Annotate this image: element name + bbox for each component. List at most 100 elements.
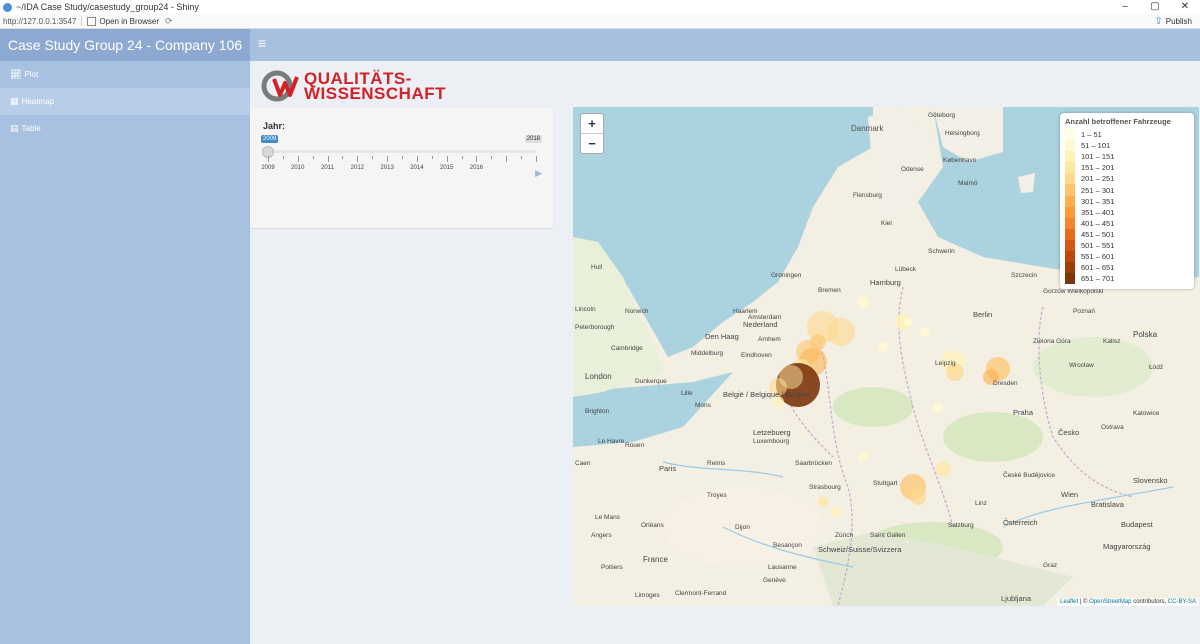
slider-tick (491, 156, 493, 159)
publish-label: Publish (1165, 16, 1192, 26)
refresh-icon[interactable]: ⟳ (165, 16, 173, 27)
label-belgie: België / Belgique / Belgien (723, 390, 811, 399)
label-leipzig: Leipzig (935, 360, 956, 367)
minimize-button[interactable]: – (1110, 0, 1140, 14)
attribution-separator: | © (1079, 599, 1088, 605)
attribution-contributors: contributors, (1133, 599, 1167, 605)
close-button[interactable]: ✕ (1170, 0, 1200, 14)
label-szczecin: Szczecin (1011, 272, 1037, 279)
slider-tick (282, 156, 284, 159)
table-icon: ▤ (10, 123, 19, 133)
legend-swatch (1065, 184, 1075, 196)
label-helsingborg: Helsingborg (945, 130, 980, 137)
license-link[interactable]: CC-BY-SA (1168, 599, 1196, 605)
play-animation-icon[interactable]: ▶ (535, 168, 542, 179)
sidebar-item-label: Table (21, 124, 41, 133)
slider-tick-label: 2015 (439, 165, 454, 171)
main-content: QUALITÄTS- WISSENSCHAFT Jahr: 2009 2018 … (250, 61, 1200, 644)
brand-line-2: WISSENSCHAFT (304, 84, 446, 103)
legend-title: Anzahl betroffener Fahrzeuge (1065, 117, 1171, 126)
slider-tick (387, 156, 389, 162)
label-budapest: Budapest (1121, 520, 1154, 529)
osm-link[interactable]: OpenStreetMap (1089, 599, 1131, 605)
app-title: Case Study Group 24 - Company 106 (0, 29, 250, 61)
label-saint-gallen: Saint Gallen (870, 532, 906, 539)
slider-tick (521, 156, 523, 159)
label-troyes: Troyes (707, 492, 727, 499)
label-saarbrucken: Saarbrücken (795, 460, 832, 467)
open-in-browser-button[interactable]: Open in Browser (87, 16, 159, 26)
legend-swatch (1065, 162, 1075, 174)
legend-swatch (1065, 173, 1075, 185)
sidebar-toggle-icon[interactable]: ≡ (258, 35, 266, 51)
sidebar-item-heatmap[interactable]: ▦ Heatmap (0, 88, 250, 115)
sidebar-item-table[interactable]: ▤ Table (0, 115, 250, 142)
legend-entry-label: 351 – 401 (1081, 207, 1115, 217)
label-dunkerque: Dunkerque (635, 378, 667, 385)
label-mons: Mons (695, 402, 712, 409)
legend-entry: 651 – 701 (1065, 273, 1189, 285)
legend-entry: 201 – 251 (1065, 173, 1189, 185)
label-schwerin: Schwerin (928, 248, 955, 255)
brand-logo: QUALITÄTS- WISSENSCHAFT (260, 69, 446, 103)
label-kiel: Kiel (881, 220, 892, 227)
label-den-haag: Den Haag (705, 332, 739, 341)
maximize-button[interactable]: ▢ (1140, 0, 1170, 14)
legend-entry: 51 – 101 (1065, 140, 1189, 152)
separator (81, 16, 83, 26)
slider-tick-label: 2009 (261, 165, 275, 171)
slider-tick-label: 2014 (410, 165, 424, 171)
sidebar-item-label: Plot (24, 70, 39, 79)
legend-entry: 351 – 401 (1065, 206, 1189, 218)
slider-max-value: 2018 (524, 135, 542, 143)
slider-tick (327, 156, 329, 162)
label-berlin: Berlin (973, 310, 992, 319)
label-praha: Praha (1013, 408, 1034, 417)
legend-entry-label: 551 – 601 (1081, 252, 1115, 262)
legend-entry-label: 401 – 451 (1081, 218, 1115, 228)
qw-logo-icon (261, 70, 299, 102)
label-cesko: Česko (1058, 428, 1079, 437)
sidebar-item-plot[interactable]: 📈︎ Plot (0, 61, 250, 88)
year-slider-label: Jahr: (263, 121, 286, 131)
label-geneve: Genève (763, 577, 786, 584)
legend-entry: 151 – 201 (1065, 162, 1189, 174)
label-polska: Polska (1133, 330, 1158, 339)
label-besancon: Besançon (773, 542, 802, 549)
label-lausanne: Lausanne (768, 564, 797, 571)
label-angers: Angers (591, 532, 612, 539)
label-groningen: Groningen (771, 272, 802, 279)
legend-swatch (1065, 262, 1075, 274)
legend-swatch (1065, 273, 1075, 285)
legend-entry: 1 – 51 (1065, 129, 1189, 141)
label-paris: Paris (659, 464, 676, 473)
heatmap-map[interactable]: Danmark København Helsingborg Göteborg M… (573, 107, 1199, 606)
legend-swatch (1065, 140, 1075, 152)
zoom-out-button[interactable]: − (581, 133, 603, 153)
label-dresden: Dresden (993, 380, 1018, 387)
label-france: France (643, 555, 668, 564)
label-cambridge: Cambridge (611, 345, 643, 352)
url-field[interactable]: http://127.0.0.1:3547 (3, 17, 76, 26)
legend-entry-label: 1 – 51 (1081, 130, 1102, 140)
label-gorzow: Gorzów Wielkopolski (1043, 288, 1103, 295)
label-odense: Odense (901, 166, 924, 173)
legend-entry: 601 – 651 (1065, 262, 1189, 274)
legend-swatch (1065, 206, 1075, 218)
slider-tick (342, 156, 344, 159)
label-lodz: Łódź (1149, 364, 1163, 371)
label-ostrava: Ostrava (1101, 424, 1124, 431)
label-zielona-gora: Zielona Góra (1033, 338, 1071, 345)
label-lincoln: Lincoln (575, 306, 596, 313)
map-attribution: Leaflet | © OpenStreetMap contributors, … (1057, 598, 1199, 606)
leaflet-link[interactable]: Leaflet (1060, 599, 1078, 605)
slider-track[interactable] (268, 150, 536, 153)
label-salzburg: Salzburg (948, 522, 974, 529)
year-slider[interactable]: 2009 2018 ▶ 2009 2010 2011 2012 2013 2014 2015… (261, 135, 545, 185)
zoom-in-button[interactable]: + (581, 114, 603, 133)
label-goteborg: Göteborg (928, 112, 955, 119)
legend-entry: 301 – 351 (1065, 195, 1189, 207)
legend-entry: 101 – 151 (1065, 151, 1189, 163)
label-zurich: Zürich (835, 532, 853, 539)
publish-button[interactable]: ⇪ Publish (1154, 16, 1192, 27)
